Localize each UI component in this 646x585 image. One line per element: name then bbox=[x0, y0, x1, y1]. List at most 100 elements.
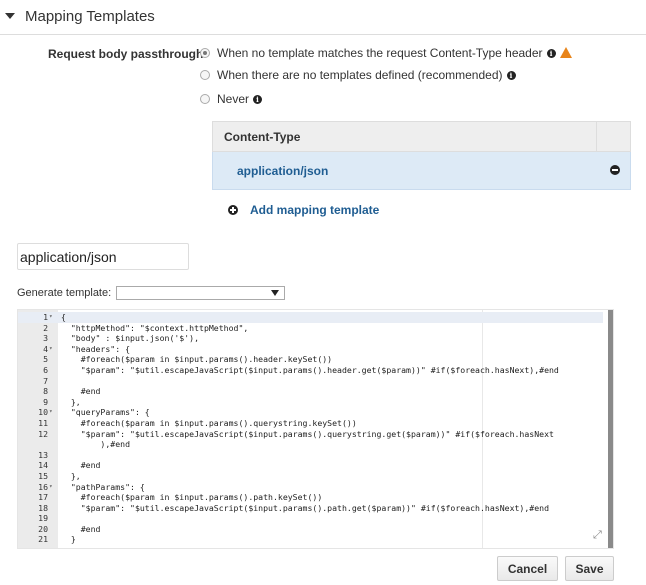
line-number: 5 bbox=[43, 354, 48, 365]
column-divider bbox=[596, 122, 597, 151]
option-label: When no template matches the request Con… bbox=[217, 46, 543, 60]
fold-arrow-icon[interactable]: ▾ bbox=[49, 312, 53, 323]
code-text: #foreach($param in $input.params().path.… bbox=[61, 492, 323, 503]
expand-editor-icon[interactable]: ⤢ bbox=[593, 529, 602, 542]
generate-template-label: Generate template: bbox=[17, 287, 112, 299]
section-title: Mapping Templates bbox=[25, 8, 155, 25]
fold-arrow-icon[interactable]: ▾ bbox=[49, 344, 53, 355]
code-text: #foreach($param in $input.params().query… bbox=[61, 417, 357, 428]
code-text: #foreach($param in $input.params().heade… bbox=[61, 354, 333, 365]
code-line[interactable]: 13 bbox=[18, 450, 603, 461]
line-number: 19 bbox=[38, 513, 48, 524]
cancel-button[interactable]: Cancel bbox=[497, 556, 558, 581]
code-line[interactable]: 9 }, bbox=[18, 397, 603, 408]
code-text: #end bbox=[61, 460, 101, 471]
code-text: }, bbox=[61, 470, 81, 481]
code-line[interactable]: 16 ▾ "pathParams": { bbox=[18, 482, 603, 493]
content-type-input[interactable] bbox=[17, 243, 189, 270]
line-number: 11 bbox=[38, 417, 48, 428]
warning-icon[interactable] bbox=[559, 46, 572, 58]
code-line[interactable]: 17 #foreach($param in $input.params().pa… bbox=[18, 492, 603, 503]
code-line[interactable]: 21 } bbox=[18, 534, 603, 545]
passthrough-option-never[interactable]: Never i bbox=[200, 91, 263, 107]
fold-arrow-icon[interactable]: ▾ bbox=[49, 407, 53, 418]
line-number: 1 bbox=[43, 312, 48, 322]
collapse-triangle-icon[interactable] bbox=[5, 13, 15, 19]
line-number: 18 bbox=[38, 502, 48, 513]
code-line[interactable]: 14 #end bbox=[18, 460, 603, 471]
template-code-editor[interactable]: 1 ▾{2 "httpMethod": "$context.httpMethod"… bbox=[17, 309, 614, 549]
line-number: 4 bbox=[43, 343, 48, 354]
code-text: "$param": "$util.escapeJavaScript($input… bbox=[61, 428, 554, 439]
code-text: ),#end bbox=[61, 439, 131, 450]
code-text: "pathParams": { bbox=[61, 481, 145, 492]
code-line[interactable]: 5 #foreach($param in $input.params().hea… bbox=[18, 354, 603, 365]
code-line[interactable]: 6 "$param": "$util.escapeJavaScript($inp… bbox=[18, 365, 603, 376]
fold-arrow-icon[interactable]: ▾ bbox=[49, 482, 53, 493]
line-number: 2 bbox=[43, 322, 48, 333]
code-lines[interactable]: 1 ▾{2 "httpMethod": "$context.httpMethod"… bbox=[18, 312, 603, 545]
code-line[interactable]: 4 ▾ "headers": { bbox=[18, 344, 603, 355]
code-text: { bbox=[61, 312, 66, 322]
code-line[interactable]: 15 }, bbox=[18, 471, 603, 482]
code-line[interactable]: 2 "httpMethod": "$context.httpMethod", bbox=[18, 323, 603, 334]
code-line[interactable]: 1 ▾ { bbox=[18, 312, 603, 323]
radio-button[interactable] bbox=[200, 48, 210, 58]
code-line[interactable]: 12 "$param": "$util.escapeJavaScript($in… bbox=[18, 429, 603, 440]
passthrough-label: Request body passthrough bbox=[48, 47, 204, 61]
line-number: 9 bbox=[43, 396, 48, 407]
line-number: 20 bbox=[38, 523, 48, 534]
info-icon[interactable]: i bbox=[506, 70, 516, 80]
code-line[interactable]: 20 #end bbox=[18, 524, 603, 535]
passthrough-option-when-no-match[interactable]: When no template matches the request Con… bbox=[200, 45, 572, 61]
code-line[interactable]: 18 "$param": "$util.escapeJavaScript($in… bbox=[18, 503, 603, 514]
plus-circle-icon bbox=[228, 205, 238, 215]
editor-scrollbar[interactable] bbox=[608, 310, 613, 548]
passthrough-option-no-templates[interactable]: When there are no templates defined (rec… bbox=[200, 67, 516, 83]
code-line[interactable]: 11 #foreach($param in $input.params().qu… bbox=[18, 418, 603, 429]
code-line[interactable]: ),#end bbox=[18, 439, 603, 450]
line-number: 16 bbox=[38, 481, 48, 492]
line-number: 6 bbox=[43, 364, 48, 375]
line-number: 14 bbox=[38, 460, 48, 471]
code-line[interactable]: 7 bbox=[18, 376, 603, 387]
code-text: "body" : $input.json('$'), bbox=[61, 333, 200, 344]
code-line[interactable]: 19 bbox=[18, 513, 603, 524]
content-type-table: Content-Type application/json bbox=[212, 121, 631, 190]
code-text: "queryParams": { bbox=[61, 407, 150, 418]
code-text: }, bbox=[61, 396, 81, 407]
line-number: 3 bbox=[43, 333, 48, 344]
radio-button[interactable] bbox=[200, 70, 210, 80]
code-line[interactable]: 10 ▾ "queryParams": { bbox=[18, 407, 603, 418]
code-line[interactable]: 8 #end bbox=[18, 386, 603, 397]
mapping-templates-header[interactable]: Mapping Templates bbox=[0, 0, 646, 35]
code-text: } bbox=[61, 534, 76, 545]
content-type-column-header: Content-Type bbox=[224, 130, 301, 144]
option-label: Never bbox=[217, 92, 250, 106]
code-text: "headers": { bbox=[61, 343, 131, 354]
info-icon[interactable]: i bbox=[253, 94, 263, 104]
code-text: #end bbox=[61, 523, 101, 534]
line-number: 15 bbox=[38, 470, 48, 481]
code-text: "$param": "$util.escapeJavaScript($input… bbox=[61, 502, 549, 513]
table-row[interactable]: application/json bbox=[212, 152, 631, 190]
option-label: When there are no templates defined (rec… bbox=[217, 68, 503, 82]
remove-icon[interactable] bbox=[610, 165, 620, 175]
add-mapping-template-button[interactable]: Add mapping template bbox=[228, 203, 379, 217]
save-button[interactable]: Save bbox=[565, 556, 614, 581]
radio-button[interactable] bbox=[200, 94, 210, 104]
line-number: 8 bbox=[43, 386, 48, 397]
line-number: 13 bbox=[38, 449, 48, 460]
code-text: #end bbox=[61, 386, 101, 397]
line-number: 21 bbox=[38, 534, 48, 545]
line-number: 12 bbox=[38, 428, 48, 439]
info-icon[interactable]: i bbox=[546, 48, 556, 58]
content-type-link[interactable]: application/json bbox=[237, 164, 328, 178]
code-text: "httpMethod": "$context.httpMethod", bbox=[61, 322, 249, 333]
dropdown-arrow-icon bbox=[271, 290, 279, 296]
code-line[interactable]: 3 "body" : $input.json('$'), bbox=[18, 333, 603, 344]
generate-template-select[interactable] bbox=[116, 286, 285, 300]
line-number: 10 bbox=[38, 407, 48, 418]
code-text: "$param": "$util.escapeJavaScript($input… bbox=[61, 364, 559, 375]
line-number: 17 bbox=[38, 492, 48, 503]
